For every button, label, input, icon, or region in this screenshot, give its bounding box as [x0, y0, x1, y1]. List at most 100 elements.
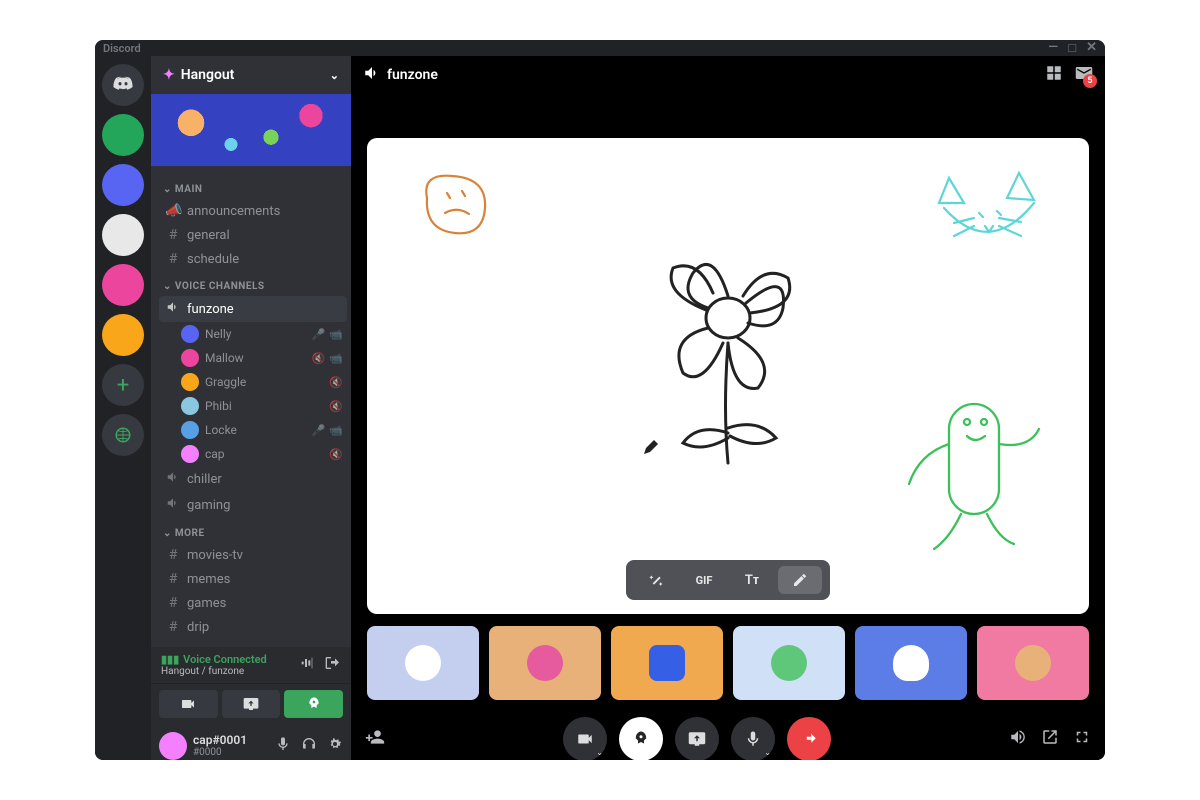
add-server-button[interactable]: + — [102, 364, 144, 406]
hash-icon: # — [165, 251, 181, 267]
avatar — [181, 325, 199, 343]
voice-action-buttons — [151, 684, 351, 724]
activity-launch-button[interactable] — [619, 717, 663, 760]
minimize-icon[interactable]: — — [1048, 40, 1058, 56]
sketch-face — [407, 158, 507, 258]
user-panel: cap#0001 #0000 — [151, 724, 351, 760]
titlebar-app-name: Discord — [103, 42, 141, 55]
megaphone-icon: 📣 — [165, 203, 181, 219]
voice-channel-chiller[interactable]: chiller — [159, 466, 347, 492]
window-controls: — □ ✕ — [1048, 40, 1097, 56]
gif-button[interactable]: GIF — [682, 566, 726, 594]
disconnect-icon[interactable] — [325, 655, 341, 675]
mic-muted-icon: 🔇 — [329, 448, 343, 461]
participant-tile[interactable] — [977, 626, 1089, 700]
participant-tile[interactable] — [611, 626, 723, 700]
screenshare-button[interactable] — [222, 690, 281, 718]
fullscreen-icon[interactable] — [1073, 728, 1091, 750]
channel-memes[interactable]: # memes — [159, 567, 347, 591]
text-tool-button[interactable]: Tᴛ — [730, 566, 774, 594]
voice-member[interactable]: Phibi 🔇 — [159, 394, 347, 418]
magic-wand-button[interactable] — [634, 566, 678, 594]
user-tag: #0000 — [193, 747, 247, 758]
channel-announcements[interactable]: 📣 announcements — [159, 199, 347, 223]
signal-icon: ▮▮▮ — [161, 653, 179, 666]
channel-schedule[interactable]: # schedule — [159, 247, 347, 271]
avatar — [181, 421, 199, 439]
server-item[interactable] — [102, 314, 144, 356]
sketch-hotdog — [889, 384, 1049, 564]
hash-icon: # — [165, 571, 181, 587]
voice-member[interactable]: cap 🔇 — [159, 442, 347, 466]
speaker-icon — [165, 470, 181, 488]
drawing-canvas[interactable]: GIF Tᴛ — [367, 138, 1089, 614]
voice-member[interactable]: Nelly 🎤 📹 — [159, 322, 347, 346]
call-control-bar: ⌄ ⌄ — [351, 710, 1105, 760]
grid-view-icon[interactable] — [1045, 64, 1063, 86]
hash-icon: # — [165, 227, 181, 243]
server-item[interactable] — [102, 164, 144, 206]
avatar — [181, 373, 199, 391]
server-header[interactable]: ✦ Hangout ⌄ — [151, 56, 351, 94]
server-name: Hangout — [181, 67, 235, 83]
user-name: cap#0001 — [193, 734, 247, 747]
category-voice[interactable]: ⌄ Voice Channels — [159, 271, 347, 296]
participant-tiles — [367, 626, 1089, 700]
channel-drip[interactable]: # drip — [159, 615, 347, 639]
server-rail: + — [95, 56, 151, 760]
camera-icon: 📹 — [329, 424, 343, 437]
user-avatar[interactable] — [159, 732, 187, 760]
category-more[interactable]: ⌄ More — [159, 518, 347, 543]
volume-icon[interactable] — [1009, 728, 1027, 750]
chevron-down-icon: ⌄ — [163, 528, 172, 539]
inbox-badge: 5 — [1083, 74, 1097, 88]
voice-channel-funzone[interactable]: funzone — [159, 296, 347, 322]
home-button[interactable] — [102, 64, 144, 106]
pencil-tool-button[interactable] — [778, 566, 822, 594]
avatar — [181, 349, 199, 367]
inbox-icon[interactable]: 5 — [1075, 64, 1093, 86]
speaker-icon — [165, 496, 181, 514]
app-window: Discord — □ ✕ + ✦ — [95, 40, 1105, 760]
hash-icon: # — [165, 547, 181, 563]
participant-tile[interactable] — [489, 626, 601, 700]
maximize-icon[interactable]: □ — [1068, 40, 1076, 56]
server-item[interactable] — [102, 264, 144, 306]
camera-button[interactable]: ⌄ — [563, 717, 607, 760]
chevron-down-icon[interactable]: ⌄ — [330, 69, 339, 82]
screenshare-call-button[interactable] — [675, 717, 719, 760]
voice-member[interactable]: Locke 🎤 📹 — [159, 418, 347, 442]
server-banner — [151, 94, 351, 166]
mic-muted-icon: 🔇 — [312, 352, 326, 365]
mute-mic-icon[interactable] — [275, 736, 291, 756]
avatar — [181, 397, 199, 415]
close-icon[interactable]: ✕ — [1086, 40, 1097, 56]
pencil-cursor-icon — [642, 438, 660, 456]
voice-connected-panel: ▮▮▮ Voice Connected Hangout / funzone — [151, 647, 351, 684]
settings-icon[interactable] — [327, 736, 343, 756]
drawings — [367, 138, 1089, 614]
explore-button[interactable] — [102, 414, 144, 456]
deafen-icon[interactable] — [301, 736, 317, 756]
mic-icon: 🎤 — [312, 328, 326, 341]
activity-button[interactable] — [284, 690, 343, 718]
voice-member[interactable]: Mallow 🔇 📹 — [159, 346, 347, 370]
server-item[interactable] — [102, 114, 144, 156]
popout-icon[interactable] — [1041, 728, 1059, 750]
video-button[interactable] — [159, 690, 218, 718]
participant-tile[interactable] — [367, 626, 479, 700]
server-item[interactable] — [102, 214, 144, 256]
invite-icon[interactable] — [365, 732, 385, 751]
channel-movies-tv[interactable]: # movies-tv — [159, 543, 347, 567]
disconnect-call-button[interactable] — [787, 717, 831, 760]
noise-suppression-icon[interactable] — [299, 655, 315, 675]
participant-tile[interactable] — [733, 626, 845, 700]
channel-general[interactable]: # general — [159, 223, 347, 247]
mic-call-button[interactable]: ⌄ — [731, 717, 775, 760]
chevron-down-icon: ⌄ — [596, 748, 603, 757]
channel-games[interactable]: # games — [159, 591, 347, 615]
category-main[interactable]: ⌄ Main — [159, 174, 347, 199]
voice-channel-gaming[interactable]: gaming — [159, 492, 347, 518]
voice-member[interactable]: Graggle 🔇 — [159, 370, 347, 394]
participant-tile[interactable] — [855, 626, 967, 700]
